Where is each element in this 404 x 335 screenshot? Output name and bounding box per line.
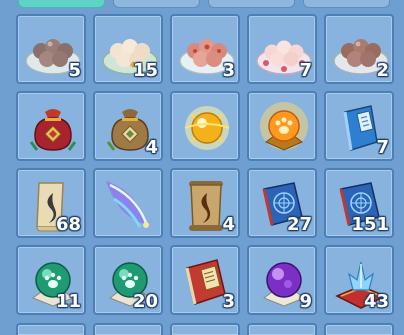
red-lucky-bag-icon	[29, 109, 77, 151]
inventory-slot[interactable]: 7	[247, 14, 317, 84]
inventory-slot[interactable]	[93, 323, 163, 335]
inventory-slot[interactable]: 43	[324, 245, 394, 315]
inventory-slot[interactable]	[247, 91, 317, 161]
item-count: 11	[55, 291, 81, 312]
inventory-slot[interactable]: 68	[16, 168, 86, 238]
inventory-slot[interactable]: 5	[16, 14, 86, 84]
inventory-slot[interactable]: 27	[247, 168, 317, 238]
inventory-slot[interactable]: 2	[324, 14, 394, 84]
inventory-next-row	[16, 323, 394, 335]
tab-4[interactable]	[303, 0, 390, 8]
item-count: 4	[222, 214, 235, 235]
inventory-slot[interactable]: 15	[93, 14, 163, 84]
item-count: 43	[363, 291, 389, 312]
inventory-slot[interactable]	[93, 168, 163, 238]
paw-orb-icon	[260, 102, 308, 151]
inventory-slot[interactable]: 7	[324, 91, 394, 161]
item-count: 4	[145, 137, 158, 158]
item-count: 68	[55, 214, 81, 235]
item-count: 7	[376, 137, 389, 158]
item-count: 2	[376, 60, 389, 81]
inventory-slot[interactable]: 4	[93, 91, 163, 161]
inventory-slot[interactable]: 151	[324, 168, 394, 238]
item-count: 7	[299, 60, 312, 81]
item-count: 15	[132, 60, 158, 81]
item-count: 9	[299, 291, 312, 312]
item-count: 3	[222, 60, 235, 81]
inventory-slot[interactable]	[16, 91, 86, 161]
inventory-slot[interactable]: 9	[247, 245, 317, 315]
inventory-slot[interactable]	[324, 323, 394, 335]
item-count: 151	[351, 214, 389, 235]
inventory-slot[interactable]: 3	[170, 14, 240, 84]
inventory-slot[interactable]	[247, 323, 317, 335]
inventory-slot[interactable]	[170, 323, 240, 335]
inventory-slot[interactable]: 20	[93, 245, 163, 315]
tab-2[interactable]	[113, 0, 200, 8]
inventory-slot[interactable]: 4	[170, 168, 240, 238]
tab-3[interactable]	[208, 0, 295, 8]
item-count: 3	[222, 291, 235, 312]
item-count: 20	[132, 291, 158, 312]
inventory-grid: 5 15 3 7 2 4 7 68 4 27 151 11 20 3 9 43	[16, 14, 394, 315]
inventory-slot[interactable]	[170, 91, 240, 161]
inventory-tabs	[0, 0, 404, 8]
tab-1[interactable]	[18, 0, 105, 8]
inventory-slot[interactable]	[16, 323, 86, 335]
feather-icon	[106, 181, 149, 228]
golden-orb-icon	[184, 106, 230, 150]
item-count: 5	[68, 60, 81, 81]
inventory-slot[interactable]: 3	[170, 245, 240, 315]
inventory-slot[interactable]: 11	[16, 245, 86, 315]
item-count: 27	[286, 214, 312, 235]
